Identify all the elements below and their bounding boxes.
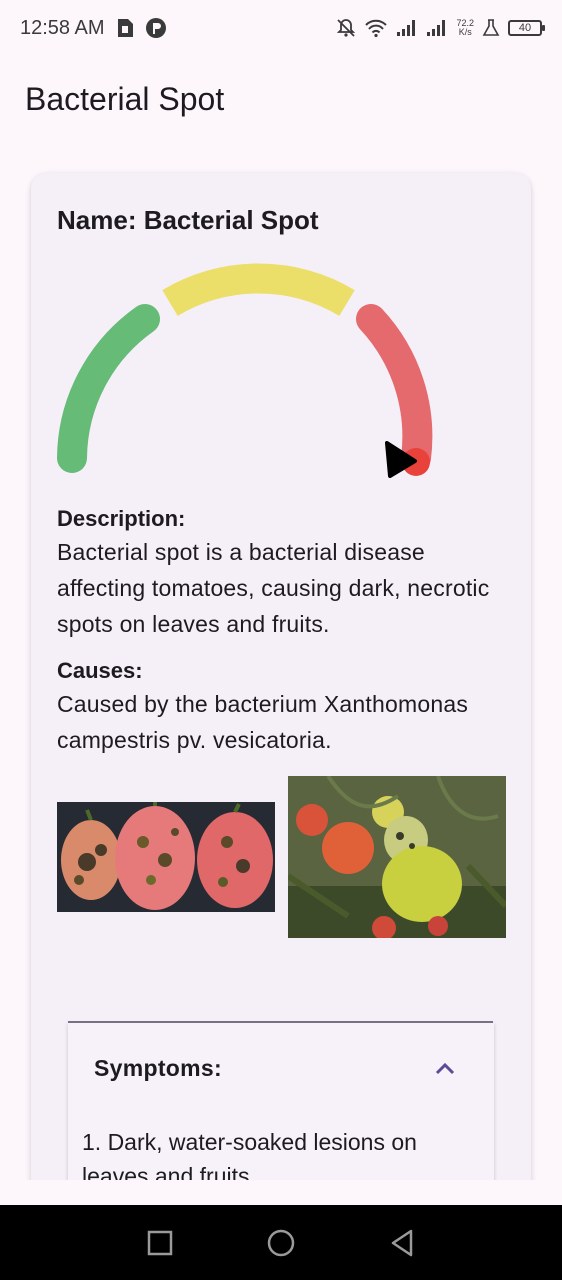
symptoms-header[interactable]: Symptoms: [68,1023,494,1113]
wifi-icon [364,18,388,38]
status-right: 72.2 K/s 40 [336,18,545,38]
gauge-segment-low [57,304,160,473]
bottom-spacer [0,1180,562,1205]
page-title: Bacterial Spot [25,80,225,117]
signal-icon [426,19,448,37]
disease-name: Name: Bacterial Spot [57,205,319,235]
severity-gauge [57,258,457,478]
status-time: 12:58 AM [20,16,105,39]
home-icon[interactable] [261,1223,301,1263]
system-nav-bar [0,1205,562,1280]
description-text: Bacterial spot is a bacterial disease af… [57,539,490,637]
app-bar: Bacterial Spot [0,56,562,142]
causes-label: Causes: [57,658,143,683]
battery-level: 40 [518,22,532,34]
pocket-icon [145,17,167,39]
flask-icon [482,18,500,38]
causes-text: Caused by the bacterium Xanthomonas camp… [57,691,469,753]
bell-off-icon [336,18,356,38]
description-section: Description: Bacterial spot is a bacteri… [57,506,505,642]
gauge-svg [57,263,433,478]
status-bar: 12:58 AM 72.2 K/s 40 [0,0,562,56]
disease-images [57,776,506,966]
recent-apps-icon[interactable] [140,1223,180,1263]
causes-section: Causes: Caused by the bacterium Xanthomo… [57,658,505,758]
gauge-segment-medium [162,263,355,316]
signal-icon [396,19,418,37]
description-label: Description: [57,506,186,531]
tomato-plant-image [288,776,506,938]
battery-icon: 40 [508,20,545,36]
symptoms-title: Symptoms: [94,1054,222,1081]
tomato-fruit-image [57,802,275,912]
back-icon[interactable] [382,1223,422,1263]
net-speed: 72.2 K/s [456,19,474,37]
net-speed-unit: K/s [458,27,472,37]
disease-card: Name: Bacterial Spot Description: Bacter… [31,173,531,1213]
gauge-segment-high [356,304,433,473]
chevron-up-icon[interactable] [434,1057,456,1079]
sim-card-icon [115,17,135,39]
status-left: 12:58 AM [20,17,167,40]
